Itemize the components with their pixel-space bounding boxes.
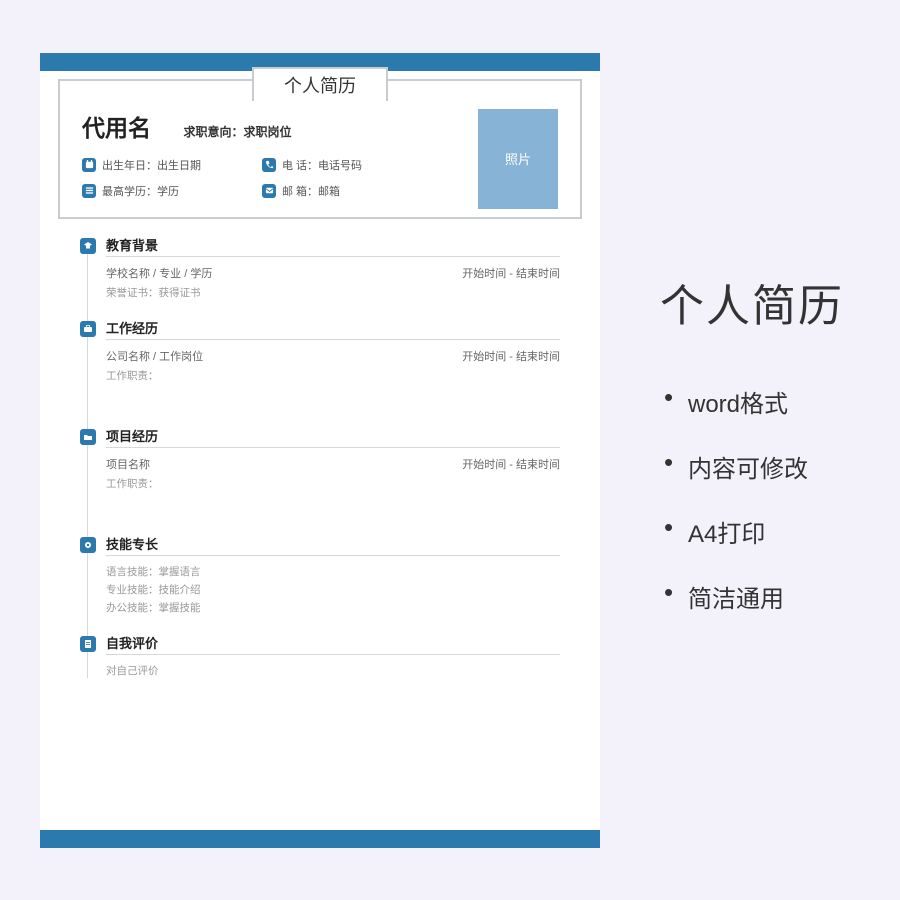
skill-line: 办公技能：掌握技能 xyxy=(106,600,560,615)
bottom-border-bar xyxy=(40,830,600,848)
mail-icon xyxy=(262,184,276,198)
info-label: 出生年日：出生日期 xyxy=(102,157,201,173)
section-education: 教育背景 学校名称 / 专业 / 学历 开始时间 - 结束时间 荣誉证书：获得证书 xyxy=(80,235,560,300)
work-main: 公司名称 / 工作岗位 xyxy=(106,348,203,364)
skill-line: 专业技能：技能介绍 xyxy=(106,582,560,597)
job-intention: 求职意向：求职岗位 xyxy=(183,125,291,139)
self-content: 对自己评价 xyxy=(106,663,560,678)
feature-item: 简洁通用 xyxy=(660,579,844,614)
skill-line: 语言技能：掌握语言 xyxy=(106,564,560,579)
feature-list: word格式 内容可修改 A4打印 简洁通用 xyxy=(660,384,844,614)
document-icon xyxy=(80,636,96,652)
section-work: 工作经历 公司名称 / 工作岗位 开始时间 - 结束时间 工作职责： xyxy=(80,318,560,408)
project-time: 开始时间 - 结束时间 xyxy=(462,456,560,472)
section-title: 项目经历 xyxy=(106,426,560,448)
info-label: 最高学历：学历 xyxy=(102,183,179,199)
resume-document: 个人简历 代用名 求职意向：求职岗位 出生年日：出生日期 电 话：电话号码 最高… xyxy=(40,53,600,848)
section-skills: 技能专长 语言技能：掌握语言 专业技能：技能介绍 办公技能：掌握技能 xyxy=(80,534,560,615)
briefcase-icon xyxy=(80,321,96,337)
phone-icon xyxy=(262,158,276,172)
info-email: 邮 箱：邮箱 xyxy=(262,183,442,199)
section-title: 教育背景 xyxy=(106,235,560,257)
edu-time: 开始时间 - 结束时间 xyxy=(462,265,560,281)
info-birth: 出生年日：出生日期 xyxy=(82,157,262,173)
document-title-tab: 个人简历 xyxy=(252,67,388,101)
feature-item: 内容可修改 xyxy=(660,449,844,484)
info-label: 邮 箱：邮箱 xyxy=(282,183,340,199)
section-self-eval: 自我评价 对自己评价 xyxy=(80,633,560,678)
info-label: 电 话：电话号码 xyxy=(282,157,362,173)
edu-main: 学校名称 / 专业 / 学历 xyxy=(106,265,212,281)
section-title: 工作经历 xyxy=(106,318,560,340)
calendar-icon xyxy=(82,158,96,172)
list-icon xyxy=(82,184,96,198)
graduation-icon xyxy=(80,238,96,254)
work-time: 开始时间 - 结束时间 xyxy=(462,348,560,364)
photo-placeholder: 照片 xyxy=(478,109,558,209)
person-name: 代用名 xyxy=(82,109,151,143)
project-sub: 工作职责： xyxy=(106,476,560,491)
work-sub: 工作职责： xyxy=(106,368,560,383)
edu-sub: 荣誉证书：获得证书 xyxy=(106,285,560,300)
side-panel: 个人简历 word格式 内容可修改 A4打印 简洁通用 xyxy=(660,256,844,644)
section-title: 技能专长 xyxy=(106,534,560,556)
header-card: 个人简历 代用名 求职意向：求职岗位 出生年日：出生日期 电 话：电话号码 最高… xyxy=(58,79,582,219)
info-education: 最高学历：学历 xyxy=(82,183,262,199)
feature-item: word格式 xyxy=(660,384,844,419)
side-title: 个人简历 xyxy=(660,270,844,334)
resume-body: 教育背景 学校名称 / 专业 / 学历开始时间 - 结束时间 荣誉证书：获得证书… xyxy=(40,231,600,678)
feature-item: A4打印 xyxy=(660,514,844,549)
section-project: 项目经历 项目名称 开始时间 - 结束时间 工作职责： xyxy=(80,426,560,516)
section-title: 自我评价 xyxy=(106,633,560,655)
info-phone: 电 话：电话号码 xyxy=(262,157,442,173)
gear-icon xyxy=(80,537,96,553)
folder-icon xyxy=(80,429,96,445)
project-main: 项目名称 xyxy=(106,456,150,472)
